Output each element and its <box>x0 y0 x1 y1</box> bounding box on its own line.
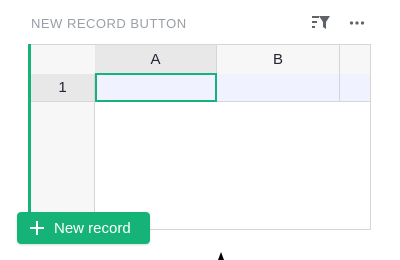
widget-title: NEW RECORD BUTTON <box>31 16 187 31</box>
column-header-extra[interactable] <box>340 45 370 74</box>
column-header-b[interactable]: B <box>217 45 340 74</box>
more-horizontal-icon[interactable] <box>349 16 365 30</box>
table-row: 1 <box>31 73 370 102</box>
mouse-cursor-icon <box>218 252 224 260</box>
cell-a1-selected[interactable] <box>95 73 217 102</box>
cell-b1[interactable] <box>217 74 340 101</box>
grid-corner <box>31 45 95 74</box>
cell-extra1[interactable] <box>340 74 370 101</box>
column-header-a[interactable]: A <box>95 45 217 74</box>
new-record-label: New record <box>54 219 131 237</box>
new-record-button[interactable]: New record <box>17 212 150 244</box>
spreadsheet-grid: A B 1 <box>31 44 371 230</box>
row-number[interactable]: 1 <box>31 74 95 101</box>
column-header-row: A B <box>31 44 370 74</box>
plus-icon <box>30 221 44 235</box>
filter-sort-icon[interactable] <box>311 14 331 32</box>
